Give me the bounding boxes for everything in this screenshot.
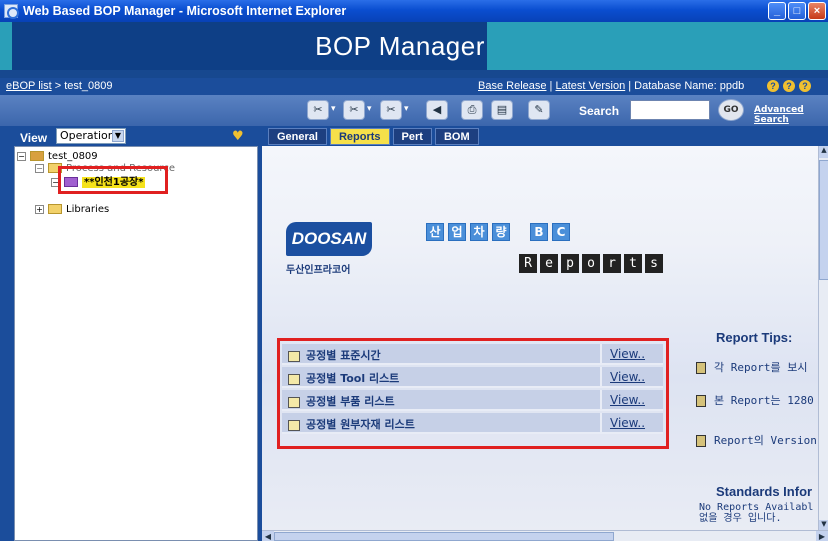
latest-version-link[interactable]: Latest Version: [555, 80, 625, 92]
breadcrumb-current: > test_0809: [51, 80, 113, 92]
bc-title: 산 업 차 량 B C: [426, 223, 570, 241]
tab-pert[interactable]: Pert: [392, 128, 432, 145]
go-button[interactable]: GO: [718, 99, 744, 121]
tree-item-label: Libraries: [66, 204, 110, 215]
tip-item: Report의 Version: [696, 432, 817, 448]
close-button[interactable]: ×: [808, 2, 826, 20]
clipboard-icon: [696, 395, 706, 407]
highlight-box: [58, 166, 168, 194]
tree-item-libraries[interactable]: + Libraries: [35, 204, 109, 215]
ie-icon: [4, 4, 19, 19]
bop-root-icon: [30, 151, 44, 161]
collapse-icon[interactable]: −: [35, 163, 44, 173]
bc-title-char: 량: [492, 223, 510, 241]
expand-icon[interactable]: +: [35, 204, 44, 214]
minimize-button[interactable]: _: [768, 2, 786, 20]
tip-item: 본 Report는 1280: [696, 392, 814, 408]
window-controls: _ □ ×: [768, 2, 826, 20]
view-select-value: Operation: [60, 129, 115, 142]
toolbar: ✂ ▾ ✂ ▾ ✂ ▾ ◀ ⎙ ▤ ✎ Search GO Advanced S…: [0, 95, 828, 126]
search-label: Search: [579, 104, 620, 118]
search-input[interactable]: [630, 100, 710, 120]
highlight-box: [277, 338, 669, 449]
process-tool-icon[interactable]: ✂: [307, 100, 329, 120]
advanced-search-link[interactable]: Advanced Search: [754, 105, 828, 125]
tree-item-label: test_0809: [48, 151, 98, 162]
browser-window: Web Based BOP Manager - Microsoft Intern…: [0, 0, 828, 541]
title-bar: Web Based BOP Manager - Microsoft Intern…: [0, 0, 828, 22]
bc-title-char: B: [530, 223, 548, 241]
preview-icon[interactable]: ▤: [491, 100, 513, 120]
help-icon[interactable]: ?: [767, 80, 779, 92]
tree-item-root[interactable]: − test_0809: [17, 151, 98, 162]
view-select[interactable]: Operation ▼: [56, 128, 126, 144]
scroll-thumb[interactable]: [819, 160, 828, 280]
view-bar: [14, 126, 258, 146]
nav-bar: eBOP list > test_0809 Base Release | Lat…: [0, 70, 828, 95]
bc-title-char: 업: [448, 223, 466, 241]
horizontal-scrollbar[interactable]: ◀ ▶: [262, 530, 828, 541]
reports-title-char: t: [624, 254, 642, 273]
collapse-icon[interactable]: −: [17, 151, 26, 161]
view-label: View: [20, 131, 48, 145]
clipboard-icon: [696, 435, 706, 447]
doosan-logo: DOOSAN: [286, 222, 372, 256]
vertical-scrollbar[interactable]: ▲ ▼: [818, 146, 828, 532]
scroll-thumb[interactable]: [274, 532, 614, 541]
reports-title-char: R: [519, 254, 537, 273]
company-subtitle: 두산인프라코어: [286, 265, 351, 276]
reports-title-char: s: [645, 254, 663, 273]
dropdown-caret-icon[interactable]: ▾: [331, 104, 336, 114]
breadcrumb-ebop-list-link[interactable]: eBOP list: [6, 80, 52, 92]
bc-title-char: 차: [470, 223, 488, 241]
tip-item: 각 Report를 보시: [696, 359, 807, 375]
standards-line: No Reports Availabl: [699, 502, 814, 513]
tab-bar: General Reports Pert BOM: [268, 128, 479, 145]
scroll-right-icon[interactable]: ▶: [816, 531, 828, 541]
help-icon[interactable]: ?: [799, 80, 811, 92]
edit-icon[interactable]: ✎: [528, 100, 550, 120]
dropdown-caret-icon[interactable]: ▾: [404, 104, 409, 114]
operation-tool-icon[interactable]: ✂: [343, 100, 365, 120]
standards-title: Standards Infor: [716, 484, 813, 499]
tab-reports[interactable]: Reports: [329, 128, 390, 145]
standards-text: No Reports Availabl 없을 경우 입니다.: [699, 502, 813, 524]
window-title: Web Based BOP Manager - Microsoft Intern…: [23, 4, 347, 18]
scroll-left-icon[interactable]: ◀: [262, 531, 274, 541]
dropdown-caret-icon[interactable]: ▾: [367, 104, 372, 114]
bc-title-char: 산: [426, 223, 444, 241]
resource-tool-icon[interactable]: ✂: [380, 100, 402, 120]
reports-title: R e p o r t s: [519, 254, 663, 273]
release-links: Base Release | Latest Version | Database…: [478, 78, 744, 95]
scroll-up-icon[interactable]: ▲: [819, 146, 828, 158]
app-title: BOP Manager: [315, 31, 485, 61]
folder-icon: [48, 204, 62, 214]
chevron-down-icon[interactable]: ▼: [112, 130, 124, 142]
standards-line: 없을 경우 입니다.: [699, 513, 782, 524]
back-arrow-icon[interactable]: ◀: [426, 100, 448, 120]
nav-separator: [0, 70, 828, 78]
reports-title-char: e: [540, 254, 558, 273]
tab-general[interactable]: General: [268, 128, 327, 145]
database-name: | Database Name: ppdb: [625, 80, 745, 92]
print-icon[interactable]: ⎙: [461, 100, 483, 120]
tab-bom[interactable]: BOM: [434, 128, 479, 145]
breadcrumb: eBOP list > test_0809: [6, 78, 113, 95]
favorite-icon[interactable]: ♥: [232, 129, 244, 144]
help-icons: ? ? ?: [767, 80, 811, 92]
bc-title-char: C: [552, 223, 570, 241]
reports-title-char: p: [561, 254, 579, 273]
base-release-link[interactable]: Base Release: [478, 80, 547, 92]
maximize-button[interactable]: □: [788, 2, 806, 20]
bc-title-gap: [514, 223, 526, 241]
help-icon[interactable]: ?: [783, 80, 795, 92]
bop-tree: − test_0809 − Process and Resource − **인천1공…: [14, 146, 258, 541]
clipboard-icon: [696, 362, 706, 374]
report-tips-title: Report Tips:: [716, 330, 793, 345]
reports-title-char: r: [603, 254, 621, 273]
reports-title-char: o: [582, 254, 600, 273]
